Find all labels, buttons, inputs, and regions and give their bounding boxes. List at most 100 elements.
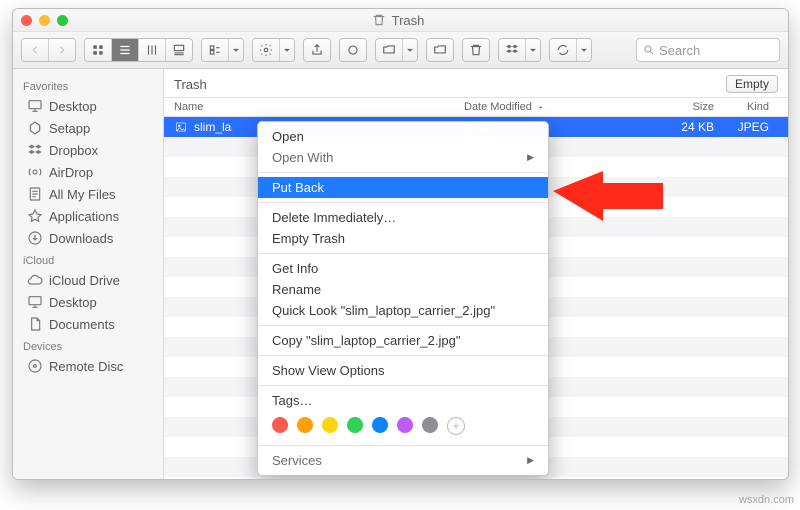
dropbox-menu-button[interactable] [526, 39, 540, 61]
file-size-cell: 24 KB [654, 120, 714, 134]
arrange-button-group [201, 38, 244, 62]
sidebar-header-icloud: iCloud [13, 249, 163, 269]
path-menu-button[interactable] [403, 39, 417, 61]
menu-separator [258, 325, 548, 326]
dropbox-icon [27, 142, 43, 158]
menu-put-back[interactable]: Put Back [258, 177, 548, 198]
arrange-menu-button[interactable] [229, 39, 243, 61]
chevron-down-icon [536, 103, 545, 112]
tag-purple[interactable] [397, 417, 413, 433]
dropbox-button-group [498, 38, 541, 62]
sidebar-item-desktop[interactable]: Desktop [13, 95, 163, 117]
empty-trash-button[interactable]: Empty [726, 75, 778, 93]
icon-view-button[interactable] [85, 39, 112, 61]
menu-separator [258, 253, 548, 254]
view-buttons [84, 38, 193, 62]
location-text: Trash [174, 77, 207, 92]
sidebar-item-remote-disc[interactable]: Remote Disc [13, 355, 163, 377]
sidebar: Favorites Desktop Setapp Dropbox AirDrop… [13, 69, 164, 480]
search-icon [643, 44, 655, 56]
sidebar-header-favorites: Favorites [13, 75, 163, 95]
column-size[interactable]: Size [654, 101, 714, 113]
nav-buttons [21, 38, 76, 62]
desktop-icon [27, 294, 43, 310]
menu-rename[interactable]: Rename [258, 279, 548, 300]
menu-services[interactable]: Services [258, 450, 548, 471]
disc-icon [27, 358, 43, 374]
column-headers: Name Date Modified Size Kind [164, 98, 788, 117]
minimize-icon[interactable] [39, 15, 50, 26]
close-icon[interactable] [21, 15, 32, 26]
sidebar-item-airdrop[interactable]: AirDrop [13, 161, 163, 183]
action-button-group [252, 38, 295, 62]
tag-red[interactable] [272, 417, 288, 433]
applications-icon [27, 208, 43, 224]
toolbar: Search [13, 32, 788, 69]
menu-open-with[interactable]: Open With [258, 147, 548, 168]
search-placeholder: Search [659, 43, 700, 58]
window-title: Trash [75, 13, 721, 28]
back-button[interactable] [22, 39, 49, 61]
airdrop-icon [27, 164, 43, 180]
tag-green[interactable] [347, 417, 363, 433]
menu-delete-immediately[interactable]: Delete Immediately… [258, 207, 548, 228]
search-input[interactable]: Search [636, 38, 780, 62]
tag-add[interactable]: + [447, 417, 465, 435]
menu-open[interactable]: Open [258, 126, 548, 147]
tag-blue[interactable] [372, 417, 388, 433]
column-view-button[interactable] [139, 39, 166, 61]
documents-icon [27, 316, 43, 332]
menu-get-info[interactable]: Get Info [258, 258, 548, 279]
delete-button[interactable] [463, 39, 489, 61]
icloud-icon [27, 272, 43, 288]
sidebar-item-downloads[interactable]: Downloads [13, 227, 163, 249]
titlebar: Trash [13, 9, 788, 32]
column-name[interactable]: Name [174, 101, 464, 113]
path-button[interactable] [376, 39, 403, 61]
tag-yellow[interactable] [322, 417, 338, 433]
forward-button[interactable] [49, 39, 75, 61]
dropbox-button[interactable] [499, 39, 526, 61]
desktop-icon [27, 98, 43, 114]
tag-gray[interactable] [422, 417, 438, 433]
coverflow-view-button[interactable] [166, 39, 192, 61]
maximize-icon[interactable] [57, 15, 68, 26]
trash-icon [372, 13, 386, 27]
sidebar-item-setapp[interactable]: Setapp [13, 117, 163, 139]
menu-quick-look[interactable]: Quick Look "slim_laptop_carrier_2.jpg" [258, 300, 548, 321]
new-folder-button[interactable] [427, 39, 453, 61]
action-button[interactable] [253, 39, 280, 61]
sidebar-item-documents[interactable]: Documents [13, 313, 163, 335]
action-menu-button[interactable] [280, 39, 294, 61]
menu-separator [258, 385, 548, 386]
menu-separator [258, 355, 548, 356]
column-date[interactable]: Date Modified [464, 101, 654, 113]
sidebar-item-applications[interactable]: Applications [13, 205, 163, 227]
sidebar-item-dropbox[interactable]: Dropbox [13, 139, 163, 161]
arrange-button[interactable] [202, 39, 229, 61]
downloads-icon [27, 230, 43, 246]
sync-button[interactable] [550, 39, 577, 61]
menu-empty-trash[interactable]: Empty Trash [258, 228, 548, 249]
column-kind[interactable]: Kind [714, 101, 773, 113]
menu-show-view-options[interactable]: Show View Options [258, 360, 548, 381]
sidebar-item-icloud-drive[interactable]: iCloud Drive [13, 269, 163, 291]
sync-button-group [549, 38, 592, 62]
menu-separator [258, 445, 548, 446]
share-button[interactable] [304, 39, 330, 61]
sidebar-item-icloud-desktop[interactable]: Desktop [13, 291, 163, 313]
context-menu: Open Open With Put Back Delete Immediate… [257, 121, 549, 476]
sync-menu-button[interactable] [577, 39, 591, 61]
leaf-icon [27, 120, 43, 136]
menu-copy[interactable]: Copy "slim_laptop_carrier_2.jpg" [258, 330, 548, 351]
list-view-button[interactable] [112, 39, 139, 61]
sidebar-item-all-files[interactable]: All My Files [13, 183, 163, 205]
window-title-text: Trash [392, 13, 425, 28]
finder-window: Trash [12, 8, 789, 480]
menu-tags-row: + [258, 411, 548, 441]
menu-separator [258, 172, 548, 173]
tag-orange[interactable] [297, 417, 313, 433]
traffic-lights [21, 15, 68, 26]
tags-button[interactable] [340, 39, 366, 61]
menu-tags-label: Tags… [258, 390, 548, 411]
